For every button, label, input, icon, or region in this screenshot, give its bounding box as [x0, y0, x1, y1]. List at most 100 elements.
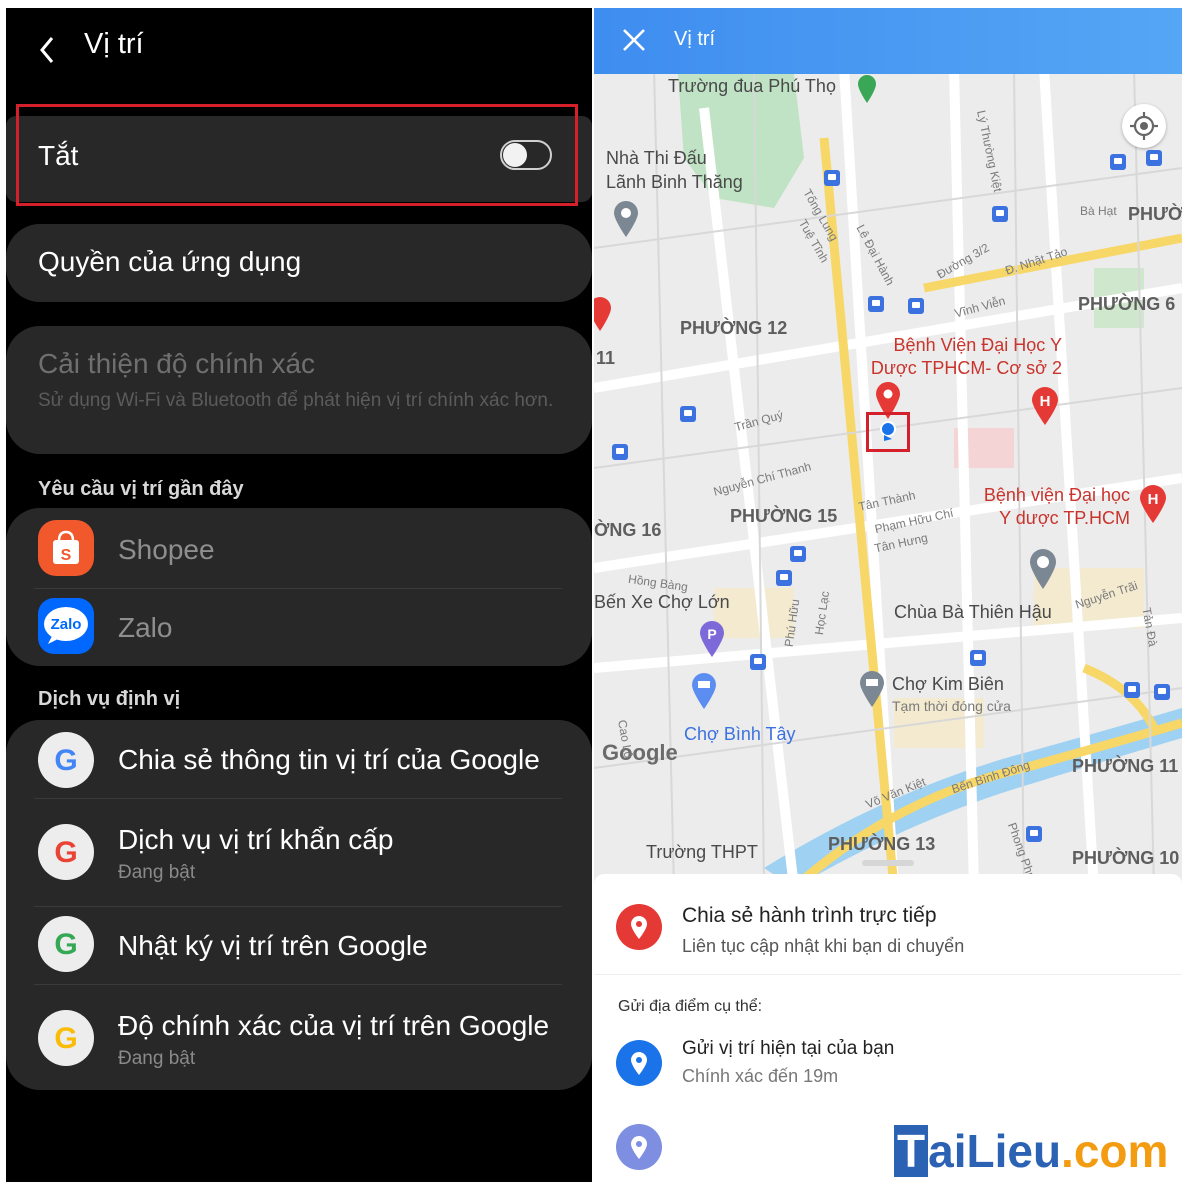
- shopping-cart-pin-icon: [860, 671, 884, 707]
- location-services-heading: Dịch vụ định vị: [38, 688, 181, 710]
- map-label-cho-binh-tay: Chợ Bình Tây: [684, 724, 796, 744]
- service-accuracy-status: Đang bật: [118, 1048, 196, 1069]
- map-label-truong-dua: Trường đua Phú Thọ: [668, 76, 836, 96]
- parking-pin-icon: P: [700, 621, 724, 657]
- current-location-dot-icon[interactable]: [869, 415, 907, 449]
- tailieu-watermark: TaiLieu.com: [894, 1124, 1168, 1178]
- park-pin-icon: [858, 75, 876, 103]
- shopping-bag-icon: S: [53, 530, 79, 564]
- divider: [34, 588, 562, 589]
- share-live-title: Chia sẻ hành trình trực tiếp: [682, 904, 937, 927]
- divider: [594, 974, 1182, 975]
- map-title: Vị trí: [674, 28, 716, 50]
- svg-text:Zalo: Zalo: [51, 616, 82, 633]
- map-label-hospital-1: Bệnh Viện Đại Học Y Dược TPHCM- Cơ sở 2: [870, 335, 1062, 378]
- map-label-truong-thpt: Trường THPT: [646, 842, 758, 862]
- bus-stop-icon: [776, 570, 792, 586]
- map-label-nha-thi-dau-1: Nhà Thi Đấu: [606, 148, 707, 168]
- location-pin-icon: [616, 904, 662, 950]
- svg-text:P: P: [707, 626, 716, 642]
- sheet-drag-handle[interactable]: [862, 860, 914, 866]
- divider: [34, 984, 562, 985]
- bus-stop-icon: [1124, 682, 1140, 698]
- service-location-history[interactable]: Nhật ký vị trí trên Google: [118, 930, 428, 962]
- map-label-phuong-12: PHƯỜNG 12: [680, 318, 788, 338]
- google-icon: G: [38, 916, 94, 972]
- bus-stop-icon: [1110, 154, 1126, 170]
- map-label-tam-thoi: Tạm thời đóng cửa: [892, 698, 1011, 714]
- map-header: Vị trí: [594, 8, 1182, 74]
- map-label-phuong-10: PHƯỜNG 10: [1072, 848, 1180, 868]
- google-logo: Google: [602, 740, 678, 765]
- send-current-subtitle: Chính xác đến 19m: [682, 1066, 839, 1086]
- svg-text:G: G: [54, 836, 77, 869]
- map-label-chua-ba: Chùa Bà Thiên Hậu: [894, 602, 1052, 622]
- recent-requests-heading: Yêu cầu vị trí gần đây: [38, 478, 244, 500]
- svg-text:G: G: [54, 1022, 77, 1055]
- map-label-phuong-15: PHƯỜNG 15: [730, 506, 838, 526]
- hospital-pin-icon: H: [1140, 485, 1166, 523]
- current-location-highlight: [866, 412, 910, 452]
- recent-requests-card: S Shopee Zalo Zalo: [6, 508, 592, 666]
- svg-text:H: H: [1040, 393, 1051, 410]
- location-pin-icon[interactable]: [616, 1124, 662, 1170]
- location-settings-screen: Vị trí Tắt Quyền của ứng dụng Cải thiện …: [6, 8, 592, 1182]
- map-label-cho-kim-bien: Chợ Kim Biên: [892, 674, 1004, 694]
- hospital-pin-icon: [594, 297, 611, 331]
- share-live-subtitle: Liên tục cập nhật khi bạn di chuyển: [682, 936, 965, 956]
- shopee-app-icon: S: [38, 520, 94, 576]
- bus-stop-icon: [970, 650, 986, 666]
- share-live-trip-option[interactable]: Chia sẻ hành trình trực tiếp Liên tục cậ…: [594, 874, 1182, 972]
- bus-stop-icon: [824, 170, 840, 186]
- svg-text:G: G: [54, 744, 77, 777]
- svg-text:H: H: [1148, 491, 1159, 508]
- zalo-app-icon: Zalo: [38, 598, 94, 654]
- divider: [34, 906, 562, 907]
- shopping-cart-pin-icon: [692, 673, 716, 709]
- bus-stop-icon: [992, 206, 1008, 222]
- service-google-location-accuracy[interactable]: Độ chính xác của vị trí trên Google: [118, 1010, 549, 1042]
- send-current-title: Gửi vị trí hiện tại của bạn: [682, 1038, 895, 1059]
- google-icon: G: [38, 732, 94, 788]
- map-label-phuong-16: ỜNG 16: [594, 520, 662, 540]
- app-permissions-row[interactable]: Quyền của ứng dụng: [6, 224, 592, 302]
- recent-app-shopee[interactable]: Shopee: [118, 534, 215, 566]
- app-permissions-label: Quyền của ứng dụng: [38, 246, 302, 277]
- google-icon: G: [38, 1010, 94, 1066]
- bus-stop-icon: [612, 444, 628, 460]
- location-pin-icon: [616, 1040, 662, 1086]
- crosshair-icon: [1130, 112, 1158, 140]
- recent-app-zalo[interactable]: Zalo: [118, 612, 172, 644]
- service-emergency-status: Đang bật: [118, 862, 196, 883]
- bus-stop-icon: [868, 296, 884, 312]
- page-title: Vị trí: [84, 28, 144, 60]
- close-icon[interactable]: [620, 26, 648, 54]
- service-emergency-location[interactable]: Dịch vụ vị trí khẩn cấp: [118, 824, 393, 856]
- bus-stop-icon: [1154, 684, 1170, 700]
- bus-stop-icon: [750, 654, 766, 670]
- highlight-box: [16, 104, 578, 206]
- improve-accuracy-title: Cải thiện độ chính xác: [38, 348, 316, 379]
- bus-stop-icon: [790, 546, 806, 562]
- back-arrow-icon[interactable]: [34, 30, 64, 70]
- hospital-pin-icon: H: [1032, 387, 1058, 425]
- settings-header: Vị trí: [6, 8, 592, 88]
- temple-pin-icon: [1030, 549, 1056, 589]
- service-google-location-sharing[interactable]: Chia sẻ thông tin vị trí của Google: [118, 744, 540, 776]
- svg-text:G: G: [54, 928, 77, 961]
- chat-bubble-icon: Zalo: [44, 607, 88, 644]
- map-label-phuong-11: PHƯỜNG 11: [1072, 756, 1179, 776]
- send-current-location-option[interactable]: Gửi vị trí hiện tại của bạn Chính xác đế…: [594, 1024, 1182, 1104]
- my-location-button[interactable]: [1122, 104, 1166, 148]
- location-services-card: G Chia sẻ thông tin vị trí của Google G …: [6, 720, 592, 1090]
- map-label-ben-xe: Bến Xe Chợ Lớn: [594, 592, 730, 612]
- send-specific-location-heading: Gửi địa điểm cụ thể:: [618, 998, 763, 1015]
- street-ba-hat: Bà Hạt: [1080, 204, 1117, 218]
- map-label-phuong-13: PHƯỜNG 13: [828, 834, 936, 854]
- place-pin-icon: [614, 201, 638, 237]
- map-label-phuong-6: PHƯỜNG 6: [1078, 294, 1176, 314]
- bus-stop-icon: [908, 298, 924, 314]
- map-label-nha-thi-dau-2: Lãnh Binh Thăng: [606, 172, 743, 192]
- improve-accuracy-row[interactable]: Cải thiện độ chính xác Sử dụng Wi-Fi và …: [6, 326, 592, 454]
- map-share-screen: Vị trí Trường đua Phú Thọ Nhà Thi Đấu Lã…: [594, 8, 1182, 1182]
